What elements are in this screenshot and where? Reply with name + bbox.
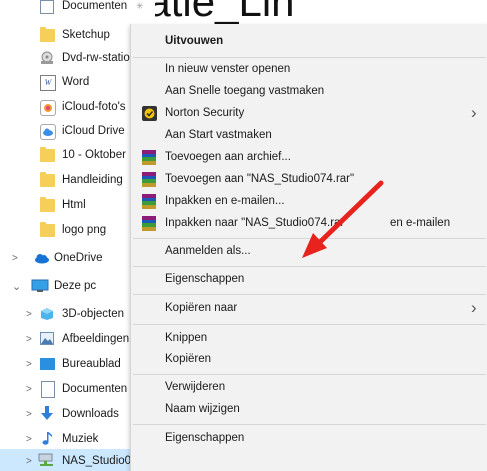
icloud-photos-icon [40, 100, 56, 116]
menu-item-toevoegen-archief[interactable]: Toevoegen aan archief... [131, 147, 487, 169]
chevron-right-icon[interactable]: > [12, 253, 20, 264]
menu-separator [133, 266, 486, 267]
menu-item-label: Eigenschappen [165, 432, 245, 444]
menu-item-aan-start[interactable]: Aan Start vastmaken [131, 125, 487, 147]
nav-item-label: Documenten [62, 383, 128, 395]
menu-separator [133, 57, 486, 58]
folder-icon [40, 147, 55, 162]
icloud-drive-icon [40, 124, 56, 140]
menu-item-label: Aanmelden als... [165, 245, 251, 257]
menu-item-inpakken-naar-mailen[interactable]: Inpakken naar "NAS_Studio074.rar en e-ma… [131, 213, 487, 235]
menu-item-knippen[interactable]: Knippen [131, 328, 487, 350]
winrar-icon [142, 216, 157, 231]
menu-item-toevoegen-rar[interactable]: Toevoegen aan "NAS_Studio074.rar" [131, 169, 487, 191]
menu-item-naam-wijzigen[interactable]: Naam wijzigen [131, 399, 487, 421]
nav-item-documenten-pinned[interactable]: Documenten ✳ [0, 0, 155, 18]
music-icon [41, 431, 53, 446]
menu-item-label: Kopiëren [165, 353, 212, 365]
submenu-arrow-icon: › [471, 103, 477, 122]
nav-item-label: Documenten [62, 0, 128, 12]
chevron-right-icon[interactable]: > [26, 384, 34, 395]
menu-item-label: Norton Security [165, 107, 245, 119]
menu-item-eigenschappen[interactable]: Eigenschappen [131, 428, 487, 450]
norton-icon [142, 106, 157, 121]
menu-item-label-tail: en e-mailen [390, 217, 451, 229]
pin-icon: ✳ [136, 0, 144, 11]
nav-item-label: Muziek [62, 433, 99, 445]
menu-item-kopieren[interactable]: Kopiëren [131, 349, 487, 371]
nav-item-label: Word [62, 76, 90, 88]
menu-item-kopieren-naar[interactable]: Kopiëren naar › [131, 298, 487, 320]
onedrive-icon [32, 252, 50, 264]
nav-item-label: Deze pc [54, 280, 97, 292]
menu-item-label: Inpakken naar "NAS_Studio074.rar [165, 217, 345, 229]
nav-item-label: Handleiding [62, 174, 123, 186]
menu-separator [133, 294, 486, 295]
menu-item-in-nieuw-venster[interactable]: In nieuw venster openen [131, 59, 487, 81]
nav-item-label: 10 - Oktober [62, 149, 126, 161]
chevron-right-icon[interactable]: > [26, 434, 34, 445]
menu-item-label: Eigenschappen [165, 273, 245, 285]
folder-icon [40, 27, 55, 42]
submenu-arrow-icon: › [471, 298, 477, 317]
word-icon: W [40, 75, 56, 91]
computer-icon [31, 279, 49, 293]
documents-icon [40, 0, 54, 14]
menu-item-norton-security[interactable]: Norton Security › [131, 103, 487, 125]
menu-item-eigenschappen-top[interactable]: Eigenschappen [131, 269, 487, 291]
menu-item-inpakken-mailen[interactable]: Inpakken en e-mailen... [131, 191, 487, 213]
menu-item-label: Aan Start vastmaken [165, 129, 272, 141]
menu-item-label: Aan Snelle toegang vastmaken [165, 85, 325, 97]
menu-item-label: Toevoegen aan archief... [165, 151, 291, 163]
menu-item-label: Kopiëren naar [165, 302, 238, 314]
nav-item-label: Html [62, 199, 86, 211]
menu-separator [133, 424, 486, 425]
winrar-icon [142, 150, 157, 165]
nav-item-label: Dvd-rw-station [62, 52, 137, 64]
nav-item-label: iCloud Drive [62, 125, 125, 137]
chevron-down-icon[interactable]: ⌄ [12, 280, 21, 293]
menu-item-aanmelden-als[interactable]: Aanmelden als... [131, 241, 487, 263]
chevron-right-icon[interactable]: > [26, 359, 34, 370]
menu-item-label: Verwijderen [165, 381, 226, 393]
chevron-right-icon[interactable]: > [26, 334, 34, 345]
dvd-drive-icon [40, 51, 54, 65]
menu-item-verwijderen[interactable]: Verwijderen [131, 377, 487, 399]
menu-item-aan-snelle-toegang[interactable]: Aan Snelle toegang vastmaken [131, 81, 487, 103]
menu-item-label: Toevoegen aan "NAS_Studio074.rar" [165, 173, 355, 185]
menu-item-uitvouwen[interactable]: Uitvouwen [131, 31, 487, 53]
desktop-icon [40, 358, 55, 370]
chevron-right-icon[interactable]: > [26, 456, 34, 467]
nav-item-label: 3D-objecten [62, 308, 125, 320]
nav-item-label: iCloud-foto's [62, 101, 126, 113]
3d-objects-icon [40, 307, 54, 321]
chevron-right-icon[interactable]: > [26, 309, 34, 320]
folder-icon [40, 197, 55, 212]
folder-icon [40, 172, 55, 187]
nav-item-label: Downloads [62, 408, 119, 420]
pictures-icon [40, 332, 54, 345]
context-menu: Uitvouwen In nieuw venster openen Aan Sn… [130, 24, 487, 471]
chevron-right-icon[interactable]: > [26, 409, 34, 420]
menu-separator [133, 324, 486, 325]
nav-item-label: Sketchup [62, 29, 110, 41]
menu-item-label: Naam wijzigen [165, 403, 240, 415]
nav-item-label: Bureaublad [62, 358, 121, 370]
downloads-icon [40, 406, 54, 421]
nav-item-label: OneDrive [54, 252, 103, 264]
network-drive-icon [38, 453, 55, 468]
menu-item-label: In nieuw venster openen [165, 63, 291, 75]
nav-item-label: logo png [62, 224, 107, 236]
menu-separator [133, 238, 486, 239]
menu-separator [133, 374, 486, 375]
menu-item-label: Inpakken en e-mailen... [165, 195, 285, 207]
winrar-icon [142, 172, 157, 187]
documents-icon [41, 381, 55, 398]
nav-item-label: Afbeeldingen [62, 333, 130, 345]
winrar-icon [142, 194, 157, 209]
menu-item-label: Knippen [165, 332, 208, 344]
folder-icon [40, 222, 55, 237]
menu-item-label: Uitvouwen [165, 35, 224, 47]
